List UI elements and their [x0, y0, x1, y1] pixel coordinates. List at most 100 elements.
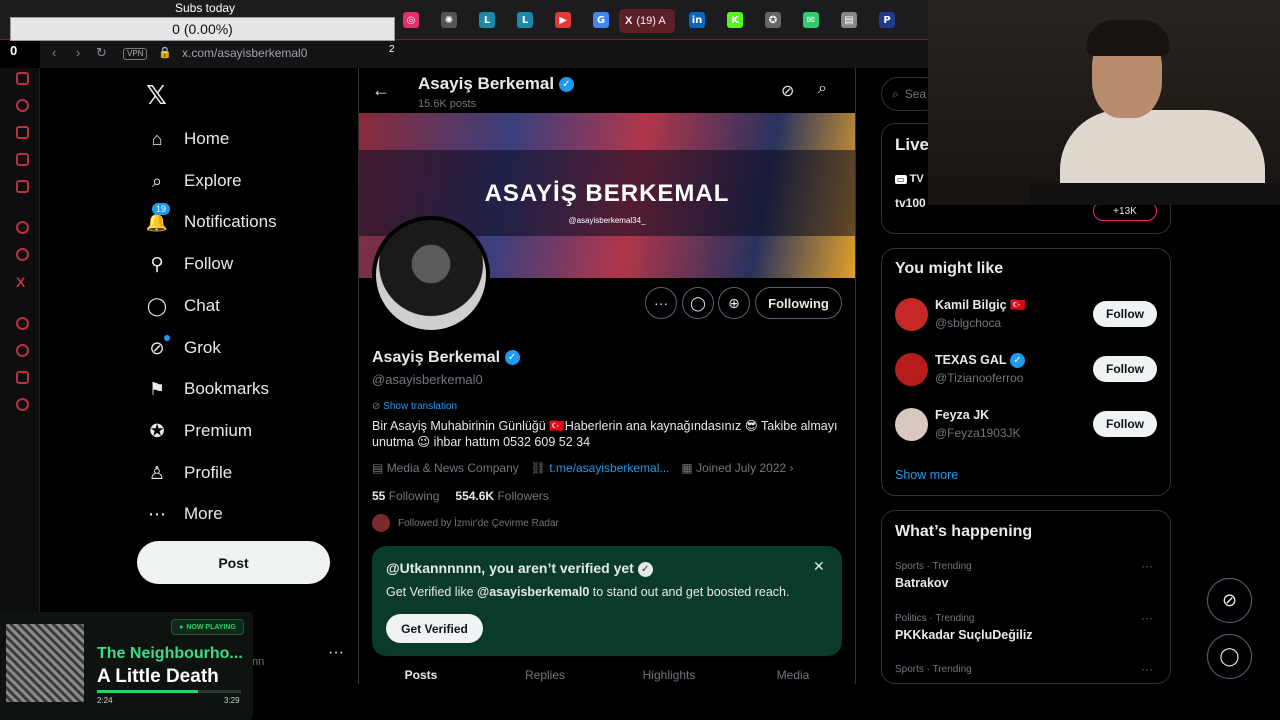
sidebar-app-icon[interactable]	[16, 126, 29, 139]
follow-button[interactable]: Follow	[1093, 411, 1157, 437]
search-icon[interactable]: ⌕	[818, 80, 827, 98]
nav-item-follow[interactable]: ⚲ Follow	[146, 249, 233, 279]
settings-icon[interactable]	[16, 398, 29, 411]
x-sidebar-icon[interactable]: X	[16, 274, 25, 290]
sidebar-app-icon[interactable]	[16, 371, 29, 384]
nav-item-explore[interactable]: ⌕ Explore	[146, 166, 242, 196]
sidebar-app-icon[interactable]	[16, 99, 29, 112]
messages-fab[interactable]: ◯	[1207, 634, 1252, 679]
suggestion-item[interactable]: TEXAS GAL ✓ @Tizianooferroo Follow	[895, 353, 1161, 387]
subs-left-counter: 0	[10, 43, 18, 58]
following-button[interactable]: Following	[755, 287, 842, 319]
profile-avatar[interactable]	[372, 216, 490, 334]
profile-meta: ▤ Media & News Company ⛓ t.me/asayisberk…	[372, 461, 793, 475]
live-item-channel[interactable]: ▭ TV	[895, 173, 924, 185]
nav-item-bookmarks[interactable]: ⚑ Bookmarks	[146, 374, 269, 404]
letterboxd-icon[interactable]: L	[479, 12, 495, 28]
tab-highlights[interactable]: Highlights	[607, 668, 731, 684]
show-translation-link[interactable]: ⊘ Show translation	[372, 401, 457, 412]
trend-item[interactable]: Politics · Trending PKKkadar SuçluDeğiliz…	[895, 611, 1161, 642]
add-user-icon: ⚲	[150, 253, 164, 274]
account-name-fragment[interactable]: nn	[252, 656, 264, 668]
more-icon[interactable]: ···	[1141, 559, 1153, 573]
nav-item-chat[interactable]: ◯ Chat	[146, 291, 220, 321]
nav-item-premium[interactable]: ✪ Premium	[146, 416, 252, 446]
active-tab[interactable]: X (19) A	[619, 9, 675, 33]
verified-badge-icon: ✓	[558, 77, 574, 93]
message-button[interactable]: ◯	[682, 287, 714, 319]
chatgpt-icon[interactable]: ✺	[441, 12, 457, 28]
verify-text-handle: @asayisberkemal0	[477, 585, 590, 599]
x-logo-icon[interactable]: 𝕏	[146, 80, 167, 111]
paypal-icon[interactable]: P	[879, 12, 895, 28]
whatsapp-icon[interactable]	[16, 248, 29, 261]
chat-icon[interactable]: ✉	[803, 12, 819, 28]
live-item-name[interactable]: tv100	[895, 196, 926, 210]
webcam-desk	[1030, 183, 1280, 205]
account-more-icon[interactable]: ···	[328, 644, 344, 662]
sidebar-app-icon[interactable]	[16, 153, 29, 166]
sidebar-app-icon[interactable]	[16, 180, 29, 193]
more-icon[interactable]: ···	[1141, 611, 1153, 625]
header-name-text: Asayiş Berkemal	[418, 74, 555, 93]
nav-item-notifications[interactable]: 🔔 19 Notifications	[146, 203, 277, 237]
avatar[interactable]	[895, 408, 928, 441]
who-to-follow-title: You might like	[895, 260, 1004, 277]
url-text[interactable]: x.com/asayisberkemal0	[182, 46, 307, 60]
forward-icon[interactable]: ›	[76, 45, 80, 60]
trends-title: What’s happening	[895, 523, 1033, 540]
reload-icon[interactable]: ↻	[96, 45, 107, 61]
grok-icon[interactable]: ⊘	[781, 81, 794, 101]
profile-link[interactable]: ⛓ t.me/asayisberkemal...	[531, 461, 670, 475]
follow-button[interactable]: Follow	[1093, 356, 1157, 382]
sidebar-app-icon[interactable]	[16, 72, 29, 85]
sidebar-app-icon[interactable]	[16, 317, 29, 330]
subs-label: Subs today	[175, 1, 236, 15]
nav-item-home[interactable]: ⌂ Home	[146, 124, 230, 154]
new-indicator-dot	[164, 335, 170, 341]
vpn-badge[interactable]: VPN	[123, 48, 148, 60]
notify-button[interactable]: ⊕	[718, 287, 750, 319]
avatar[interactable]	[895, 353, 928, 386]
suggestion-item[interactable]: Feyza JK @Feyza1903JK Follow	[895, 408, 1161, 442]
google-icon[interactable]: G	[593, 12, 609, 28]
followers-count-link[interactable]: 554.6K Followers	[455, 489, 548, 503]
chevron-right-icon[interactable]: ›	[789, 461, 793, 475]
following-count-link[interactable]: 55 Following	[372, 489, 439, 503]
tab-media[interactable]: Media	[731, 668, 855, 684]
post-button[interactable]: Post	[137, 541, 330, 584]
suggestion-item[interactable]: Kamil Bilgiç 🇹🇷 @sblgchoca Follow	[895, 298, 1161, 332]
verified-badge-icon: ✓	[504, 350, 520, 366]
letterboxd-icon[interactable]: L	[517, 12, 533, 28]
back-icon[interactable]: ‹	[52, 45, 56, 60]
profile-link-text[interactable]: t.me/asayisberkemal...	[549, 461, 669, 475]
address-bar[interactable]: ‹ › ↻	[40, 40, 928, 68]
tab-replies[interactable]: Replies	[483, 668, 607, 684]
webcam-person-hair	[1086, 20, 1170, 56]
show-more-link[interactable]: Show more	[895, 468, 958, 482]
trend-item[interactable]: Sports · Trending ···	[895, 662, 1161, 679]
nav-item-profile[interactable]: ♙ Profile	[146, 458, 232, 488]
tab-posts[interactable]: Posts	[359, 668, 483, 684]
instagram-icon[interactable]: ◎	[403, 12, 419, 28]
document-icon[interactable]: ▤	[841, 12, 857, 28]
history-icon[interactable]	[16, 344, 29, 357]
linkedin-icon[interactable]: in	[689, 12, 705, 28]
more-options-button[interactable]: ···	[645, 287, 677, 319]
nav-item-more[interactable]: ⋯ More	[146, 499, 223, 529]
verify-title-text: @Utkannnnnn, you aren’t verified yet	[386, 560, 634, 576]
followed-by[interactable]: Followed by İzmir'de Çevirme Radar	[372, 514, 559, 532]
follow-button[interactable]: Follow	[1093, 301, 1157, 327]
avatar[interactable]	[895, 298, 928, 331]
sidebar-app-icon[interactable]	[16, 221, 29, 234]
back-arrow-icon[interactable]: ←	[372, 80, 390, 101]
get-verified-button[interactable]: Get Verified	[386, 614, 483, 643]
more-icon[interactable]: ···	[1141, 662, 1153, 676]
trend-item[interactable]: Sports · Trending Batrakov ···	[895, 559, 1161, 590]
grok-fab[interactable]: ⊘	[1207, 578, 1252, 623]
video-icon[interactable]: ▶	[555, 12, 571, 28]
nav-item-grok[interactable]: ⊘ Grok	[146, 333, 221, 363]
app-icon[interactable]: ✪	[765, 12, 781, 28]
kick-icon[interactable]: K	[727, 12, 743, 28]
close-icon[interactable]: ✕	[813, 558, 825, 575]
